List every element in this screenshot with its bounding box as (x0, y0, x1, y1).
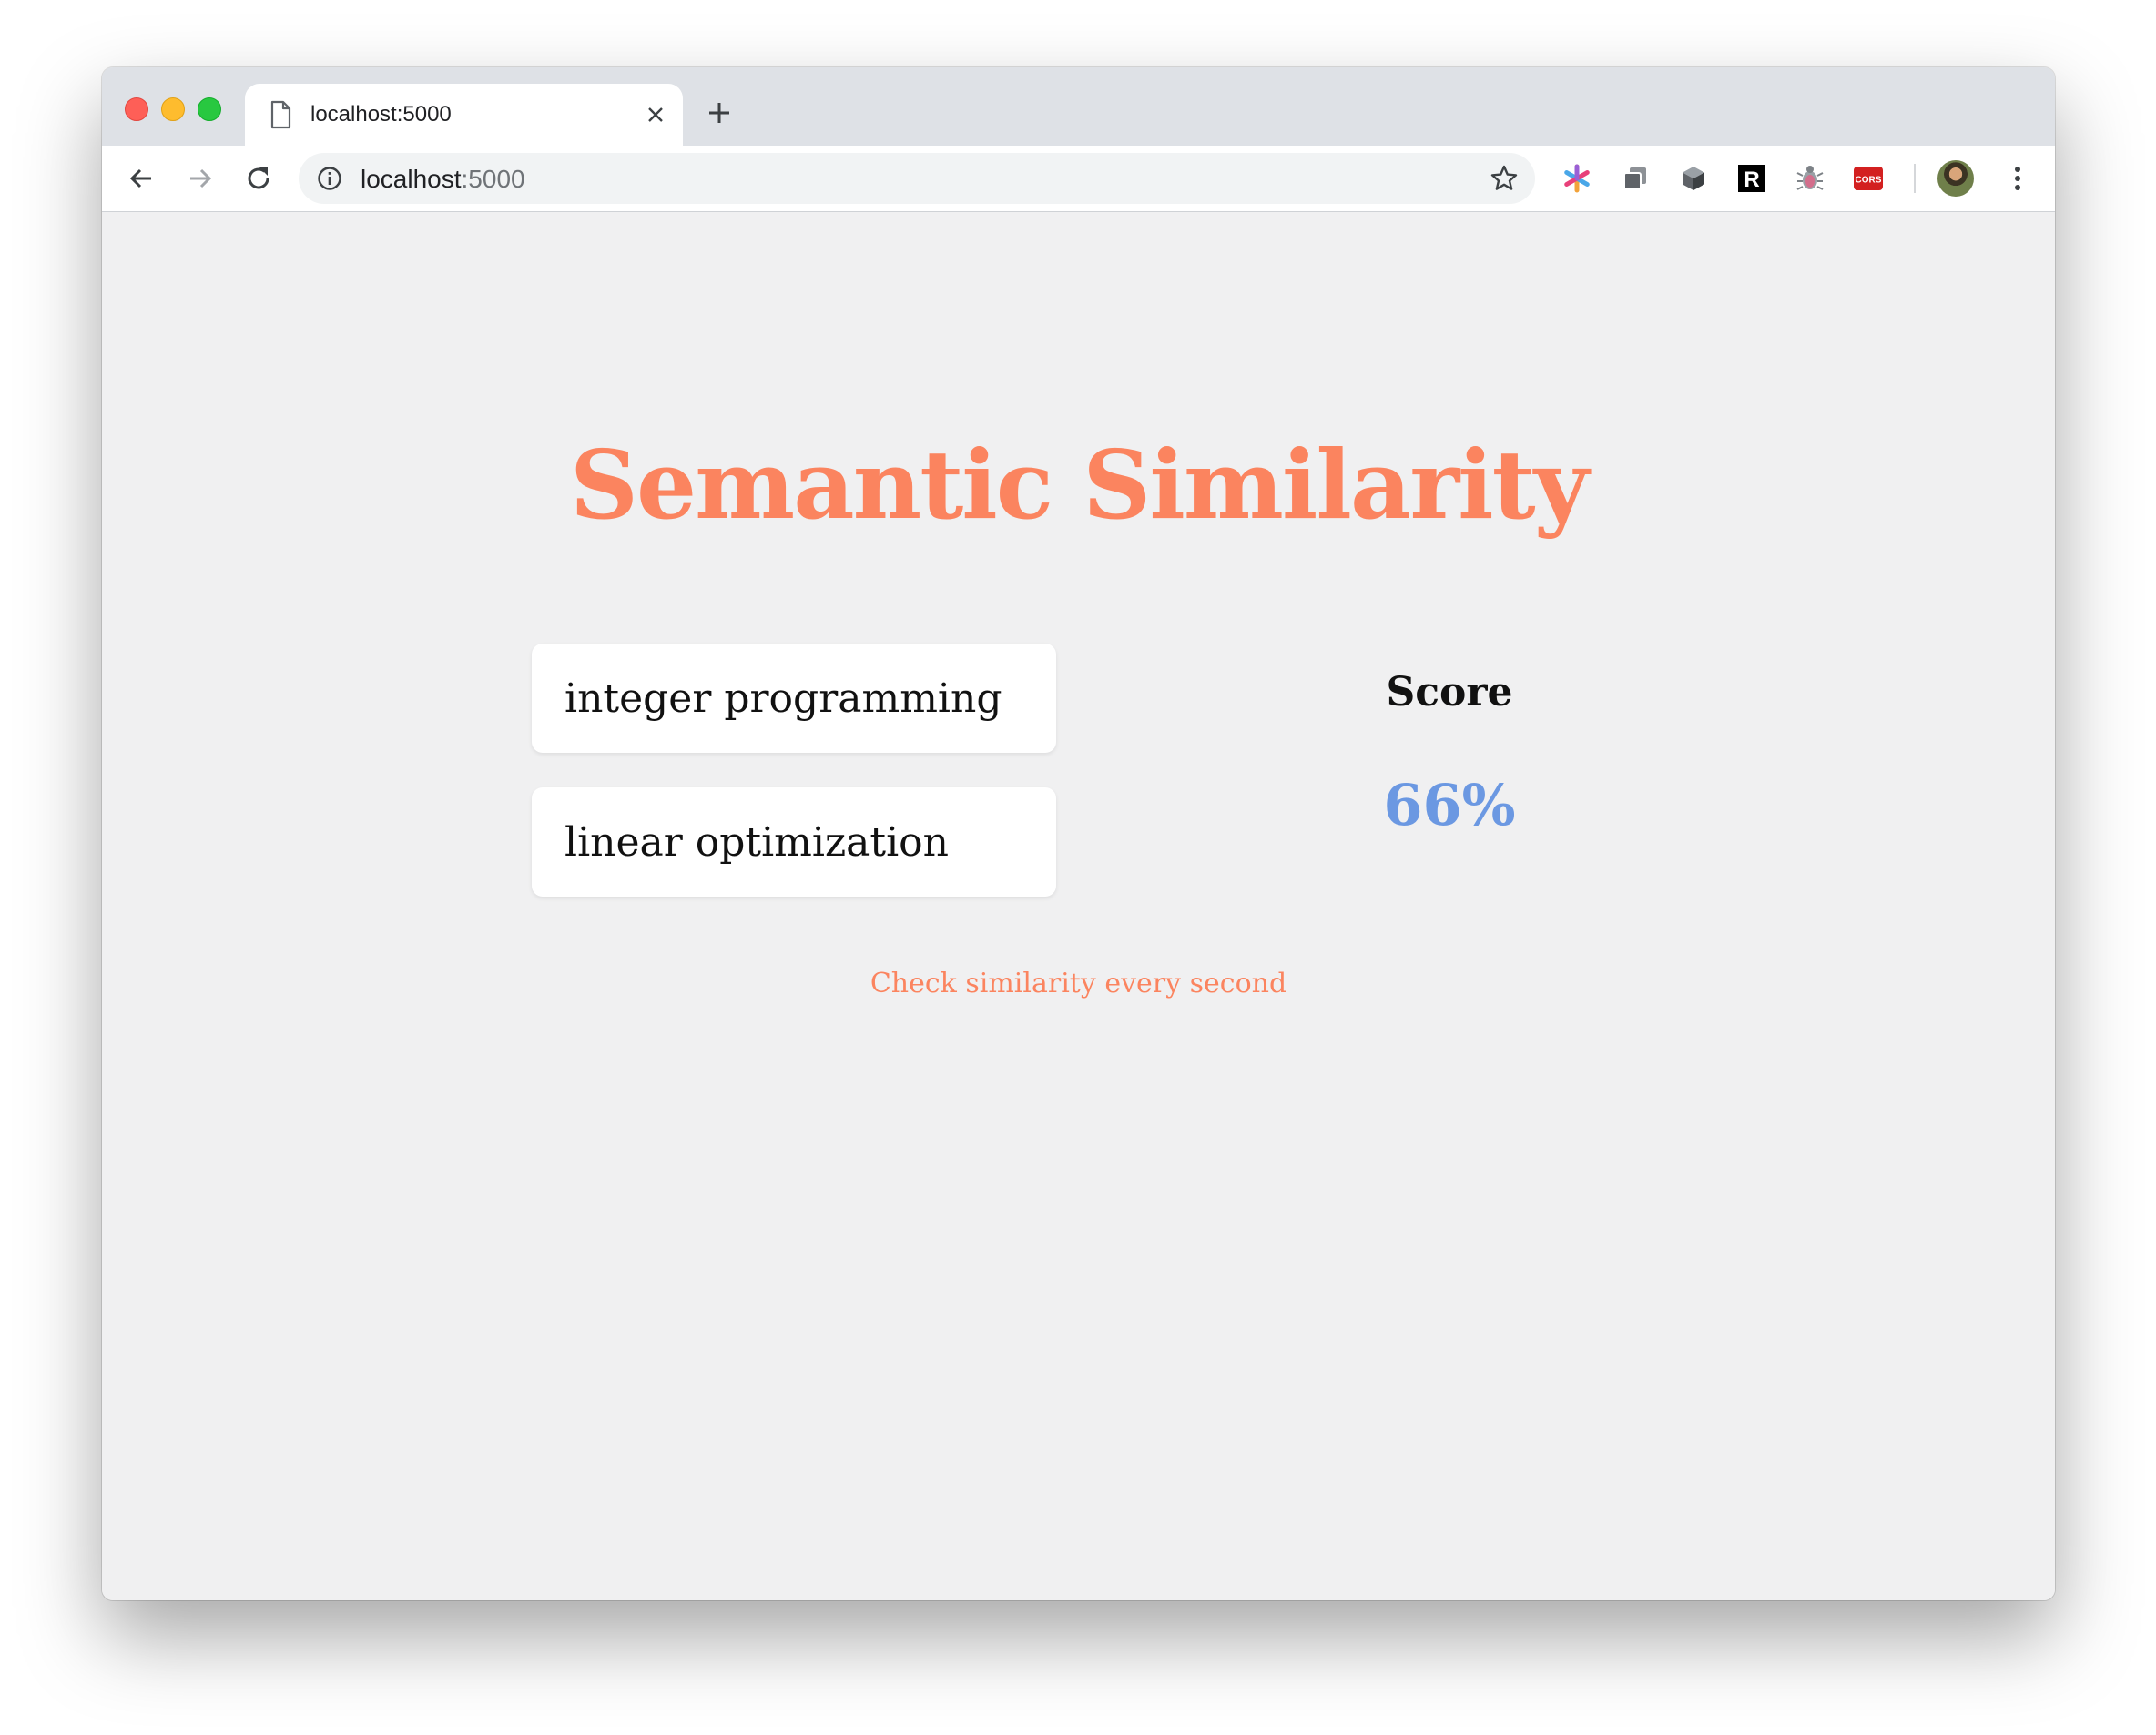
forward-arrow-icon[interactable] (180, 158, 220, 198)
first-phrase-input[interactable] (532, 644, 1056, 753)
minimize-window-button[interactable] (161, 97, 185, 121)
info-icon[interactable] (317, 166, 342, 191)
url-port: :5000 (461, 165, 525, 193)
profile-avatar[interactable] (1937, 160, 1974, 197)
bug-extension-icon[interactable] (1794, 162, 1826, 195)
check-similarity-toggle[interactable]: Check similarity every second (102, 966, 2055, 1002)
page-content: Semantic Similarity Score 66% Check simi… (102, 212, 2055, 1600)
browser-window: localhost:5000 localhost:5000 R CORS Sem… (102, 67, 2055, 1600)
back-arrow-icon[interactable] (121, 158, 161, 198)
tab-title: localhost:5000 (310, 102, 452, 127)
url-host: localhost (361, 165, 462, 193)
browser-toolbar: localhost:5000 R CORS (102, 146, 2055, 212)
address-bar[interactable]: localhost:5000 (299, 153, 1535, 204)
more-options-icon[interactable] (1999, 160, 2036, 197)
bookmark-star-icon[interactable] (1490, 164, 1519, 193)
cors-extension-icon[interactable]: CORS (1852, 162, 1885, 195)
copy-extension-icon[interactable] (1619, 162, 1652, 195)
url-text[interactable]: localhost:5000 (361, 165, 525, 194)
second-phrase-input[interactable] (532, 787, 1056, 897)
document-icon (270, 100, 291, 129)
reload-icon[interactable] (239, 158, 279, 198)
score-label: Score (1386, 669, 1513, 715)
browser-tab[interactable]: localhost:5000 (245, 84, 683, 146)
toolbar-separator (1914, 164, 1916, 193)
maximize-window-button[interactable] (198, 97, 221, 121)
cube-extension-icon[interactable] (1677, 162, 1710, 195)
close-window-button[interactable] (125, 97, 148, 121)
r-badge-text: R (1744, 167, 1759, 192)
tab-strip: localhost:5000 (102, 67, 2055, 146)
close-tab-icon[interactable] (643, 102, 668, 127)
new-tab-icon[interactable] (704, 97, 735, 128)
page-title: Semantic Similarity (569, 429, 1589, 541)
asterisk-extension-icon[interactable] (1561, 162, 1593, 195)
r-extension-icon[interactable]: R (1735, 162, 1768, 195)
cors-badge-text: CORS (1856, 176, 1882, 186)
score-value: 66% (1383, 772, 1516, 838)
